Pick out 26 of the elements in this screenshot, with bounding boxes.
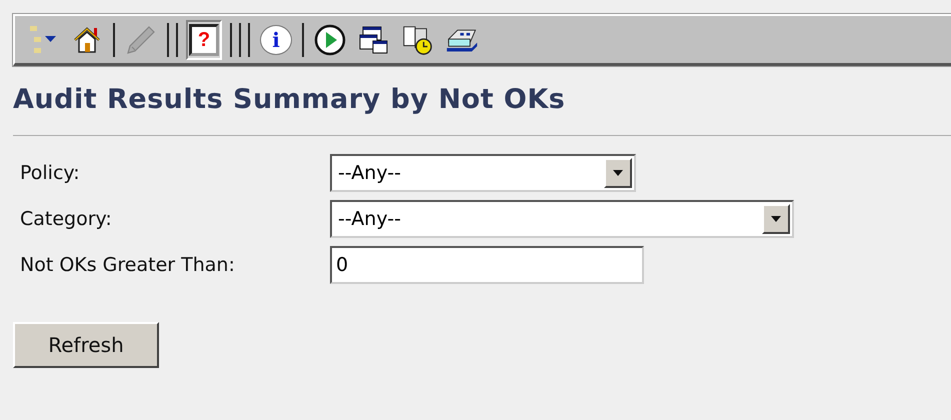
field-label: Policy: [20,162,81,184]
info-icon: i [260,24,292,54]
play-icon [314,24,346,56]
input-field[interactable]: 0 [330,246,644,284]
windows-icon [359,24,389,54]
toolbar-separator [248,22,250,56]
house-icon [72,24,102,54]
field-label: Category: [20,208,113,230]
pencil-icon [125,24,157,56]
dropdown[interactable]: --Any-- [330,154,636,192]
dropdown-value: --Any-- [338,162,401,184]
dropdown-value: --Any-- [338,208,401,230]
toolbar-separator [239,22,241,56]
dropdown-arrow-icon [612,169,624,177]
tree-menu-icon [28,24,58,56]
toolbar-separator [113,22,115,56]
toolbar-separator [230,22,232,56]
toolbar-separator [167,22,169,56]
dropdown[interactable]: --Any-- [330,200,794,238]
field-label: Not OKs Greater Than: [20,254,236,276]
dropdown-arrow-icon [770,215,782,223]
toolbar-button[interactable]: i [258,20,294,60]
refresh-button[interactable]: Refresh [13,322,159,368]
toolbar-separator [176,22,178,56]
toolbar-separator [302,22,304,56]
page-title: Audit Results Summary by Not OKs [13,84,566,115]
